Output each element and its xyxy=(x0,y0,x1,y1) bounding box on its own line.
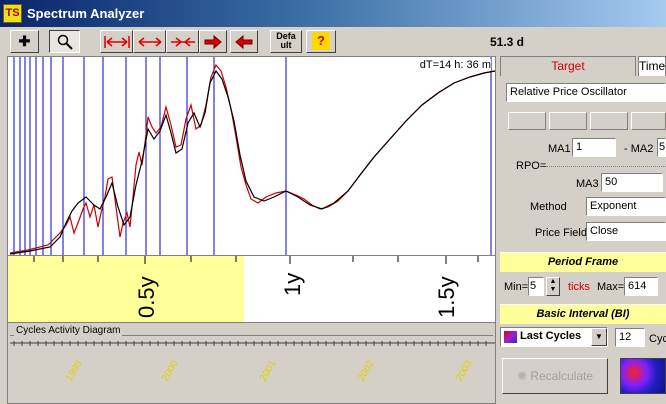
min-spinner[interactable]: ▲ ▼ xyxy=(546,277,560,296)
ma1-input[interactable]: 1 xyxy=(572,138,616,157)
basic-interval-header: Basic Interval (BI) xyxy=(500,304,666,324)
recalculate-label: Recalculate xyxy=(530,369,594,383)
tab-time[interactable]: Time xyxy=(638,56,666,76)
zoom-icon xyxy=(57,34,73,50)
expand-icon xyxy=(138,36,161,47)
settings-panel: Target Time Relative Price Oscillator MA… xyxy=(498,56,666,404)
window-title: Spectrum Analyzer xyxy=(27,6,145,21)
spectrum-plot[interactable]: dT=14 h: 36 m xyxy=(7,56,496,256)
crosshair-icon: ✚ xyxy=(18,33,31,49)
expand-button[interactable] xyxy=(133,30,166,53)
year-label: 2002 xyxy=(356,358,377,384)
axis-ticks xyxy=(33,256,479,264)
ticks-label: ticks xyxy=(568,281,590,293)
range-both-button[interactable] xyxy=(100,30,133,53)
price-field-select[interactable]: Close xyxy=(586,222,666,241)
axis-label-one-half-year: 1.5y xyxy=(434,276,459,318)
arrow-left-icon xyxy=(235,34,253,49)
default-button-label: Defa ult xyxy=(276,31,296,50)
title-bar: TS Spectrum Analyzer xyxy=(0,0,666,27)
ma3-label: MA3 xyxy=(576,178,599,190)
dt-label: dT=14 h: 36 m xyxy=(419,59,491,71)
year-label: 2003 xyxy=(454,358,475,384)
interval-unit-label: Cyc xyxy=(649,333,666,345)
max-input[interactable]: 614 xyxy=(624,277,658,296)
min-label: Min= xyxy=(504,281,529,293)
spectrum-svg xyxy=(9,57,495,255)
period-readout: 51.3 d xyxy=(489,35,525,49)
sub-tab-1[interactable] xyxy=(508,112,546,130)
red-spectrum-curve xyxy=(9,63,495,254)
axis-label-half-year: 0.5y xyxy=(134,276,159,318)
period-axis: 0.5y 1y 1.5y xyxy=(7,256,496,322)
max-label: Max= xyxy=(597,281,625,293)
ma1-label: MA1 xyxy=(548,143,571,155)
crosshair-button[interactable]: ✚ xyxy=(10,30,39,53)
period-frame-header: Period Frame xyxy=(500,252,666,272)
compress-icon xyxy=(170,36,195,47)
year-label: 2001 xyxy=(258,358,279,384)
min-input[interactable]: 5 xyxy=(528,277,544,296)
indicator-select[interactable]: Relative Price Oscillator xyxy=(506,83,666,102)
interval-mode-icon xyxy=(504,331,517,343)
cycles-ticks xyxy=(10,341,495,346)
heatmap-thumbnail[interactable] xyxy=(620,358,666,394)
default-button[interactable]: Defa ult xyxy=(270,30,302,53)
prev-button[interactable] xyxy=(230,30,258,53)
ma2-input[interactable]: 5 xyxy=(657,138,666,157)
tab-target[interactable]: Target xyxy=(500,56,636,76)
cycles-activity-diagram: Cycles Activity Diagram 1999 2000 2001 2… xyxy=(7,322,496,404)
ma2-label: - MA2 xyxy=(624,143,654,155)
help-button[interactable]: ? xyxy=(306,30,336,53)
cycle-lines xyxy=(13,57,492,255)
range-both-icon xyxy=(103,35,130,48)
sub-tab-4[interactable] xyxy=(631,112,666,130)
ma3-input[interactable]: 50 xyxy=(601,173,663,192)
sub-tab-2[interactable] xyxy=(549,112,587,130)
axis-label-one-year: 1y xyxy=(280,272,305,296)
interval-mode-value: Last Cycles xyxy=(520,330,582,342)
method-label: Method xyxy=(530,201,567,213)
recalculate-button[interactable]: ✺ Recalculate xyxy=(502,358,608,394)
toolbar: ✚ Defa ult ? 51.3 d xyxy=(0,27,666,56)
rpo-divider xyxy=(546,166,666,167)
dropdown-arrow-icon[interactable]: ▼ xyxy=(591,328,607,346)
compress-button[interactable] xyxy=(166,30,199,53)
interval-mode-select[interactable]: Last Cycles ▼ xyxy=(500,327,608,347)
interval-value-input[interactable]: 12 xyxy=(615,328,645,347)
arrow-right-icon xyxy=(204,34,222,49)
next-button[interactable] xyxy=(199,30,227,53)
method-select[interactable]: Exponent xyxy=(586,197,666,216)
year-label: 1999 xyxy=(64,358,85,384)
sub-tab-3[interactable] xyxy=(590,112,628,130)
app-logo: TS xyxy=(3,4,22,23)
black-spectrum-curve xyxy=(9,69,495,255)
cycles-title: Cycles Activity Diagram xyxy=(14,325,123,336)
zoom-button[interactable] xyxy=(49,30,80,53)
sun-icon: ✺ xyxy=(516,369,527,383)
year-label: 2000 xyxy=(160,358,181,384)
price-field-label: Price Field xyxy=(535,227,587,239)
help-icon: ? xyxy=(312,32,330,50)
rpo-label: RPO= xyxy=(516,160,547,172)
